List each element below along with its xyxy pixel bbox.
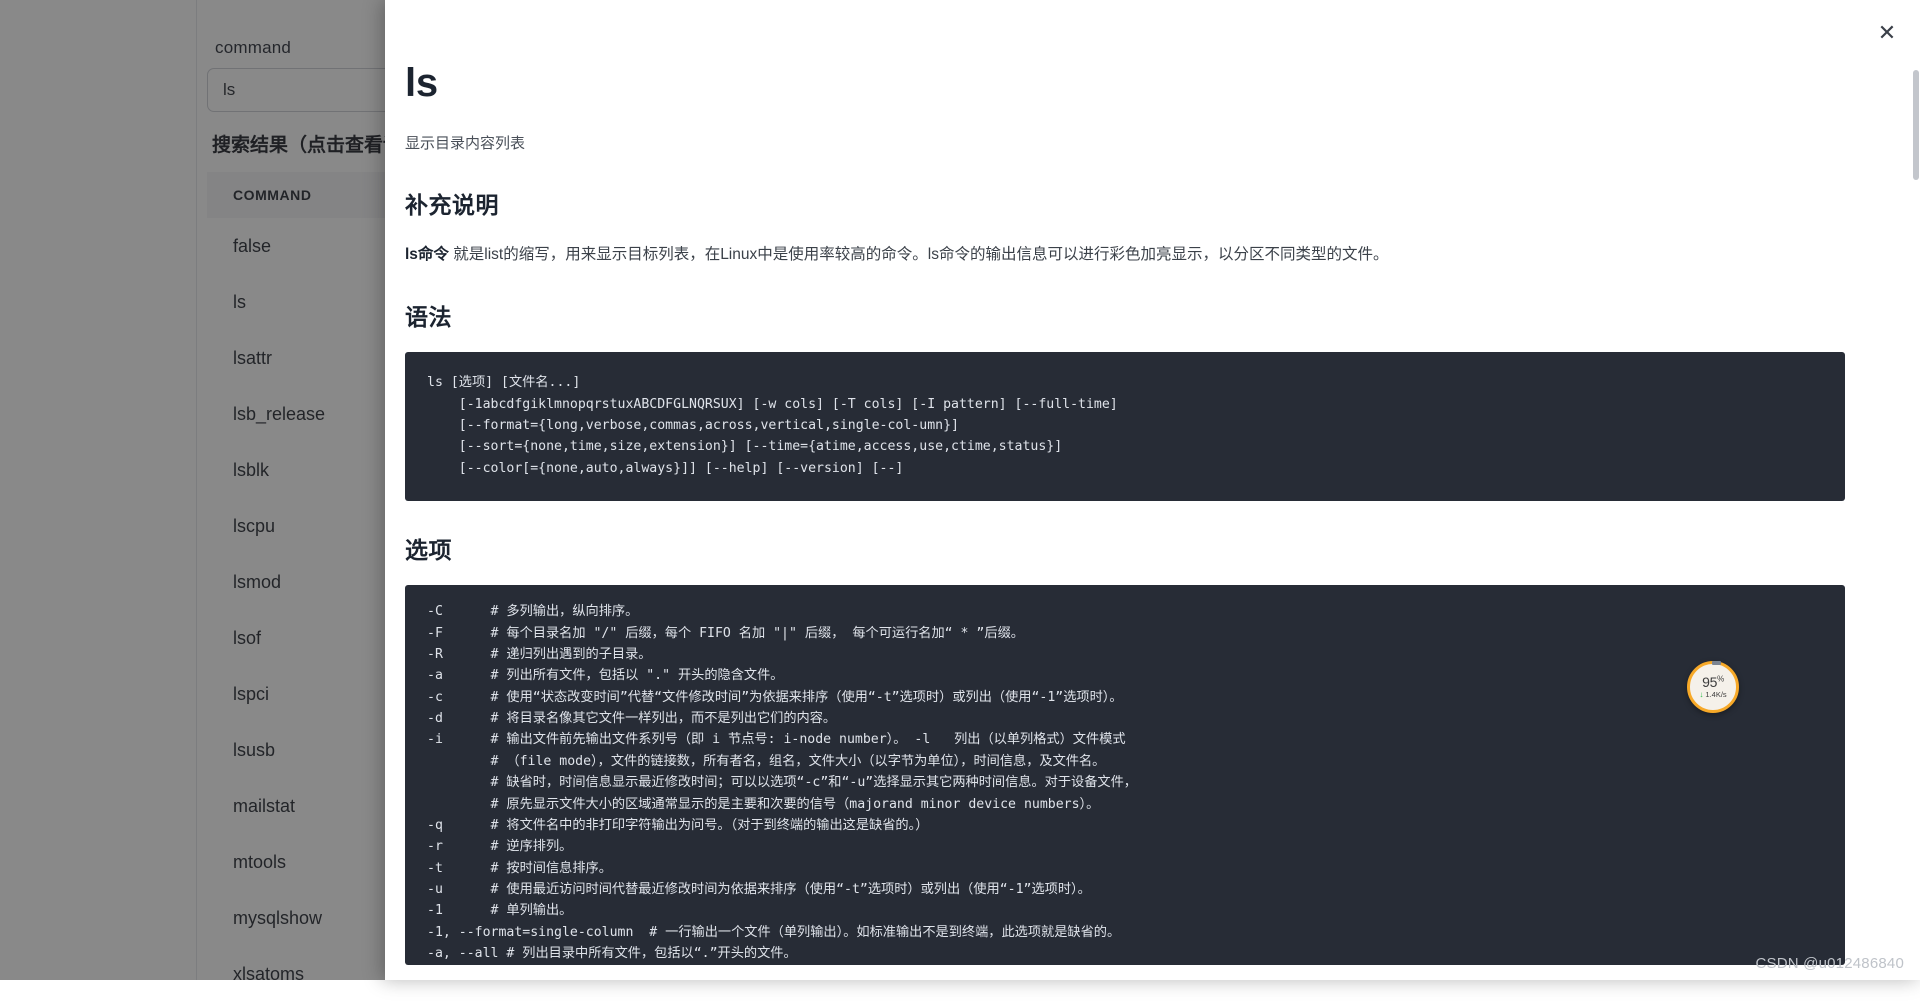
download-arrow-icon: ↓ [1699, 690, 1703, 699]
modal-scrollbar-thumb[interactable] [1913, 70, 1919, 180]
modal-scrollbar[interactable] [1912, 0, 1920, 980]
syntax-code-block: ls [选项] [文件名...] [-1abcdfgiklmnopqrstuxA… [405, 352, 1845, 501]
download-rate-value: 1.4K/s [1705, 690, 1726, 699]
command-doc: ls 显示目录内容列表 补充说明 ls命令 就是list的缩写，用来显示目标列表… [385, 0, 1905, 965]
section-heading-supplement: 补充说明 [405, 186, 1845, 220]
supplement-paragraph-rest: 就是list的缩写，用来显示目标列表，在Linux中是使用率较高的命令。ls命令… [449, 246, 1389, 263]
download-progress-badge[interactable]: 95% ↓ 1.4K/s [1687, 661, 1739, 713]
download-rate: ↓ 1.4K/s [1699, 691, 1726, 699]
modal-scroll-area: ls 显示目录内容列表 补充说明 ls命令 就是list的缩写，用来显示目标列表… [385, 0, 1920, 980]
command-subtitle: 显示目录内容列表 [405, 132, 1845, 156]
options-code-block: -C # 多列输出，纵向排序。 -F # 每个目录名加 "/" 后缀，每个 FI… [405, 585, 1845, 964]
supplement-paragraph: ls命令 就是list的缩写，用来显示目标列表，在Linux中是使用率较高的命令… [405, 242, 1845, 268]
page-title: ls [405, 60, 1845, 106]
download-badge-notch [1712, 661, 1721, 665]
section-heading-options: 选项 [405, 531, 1845, 565]
app-root: command ls 搜索结果（点击查看详情） COMMAND false ls… [0, 0, 1920, 980]
download-percent-value: 95 [1702, 674, 1717, 690]
download-percent: 95% [1702, 675, 1724, 689]
supplement-paragraph-bold: ls命令 [405, 246, 449, 263]
section-heading-syntax: 语法 [405, 298, 1845, 332]
command-detail-modal: ls 显示目录内容列表 补充说明 ls命令 就是list的缩写，用来显示目标列表… [385, 0, 1920, 980]
close-icon[interactable]: ✕ [1872, 18, 1902, 48]
percent-sign: % [1717, 674, 1724, 683]
watermark: CSDN @u012486840 [1755, 955, 1904, 972]
